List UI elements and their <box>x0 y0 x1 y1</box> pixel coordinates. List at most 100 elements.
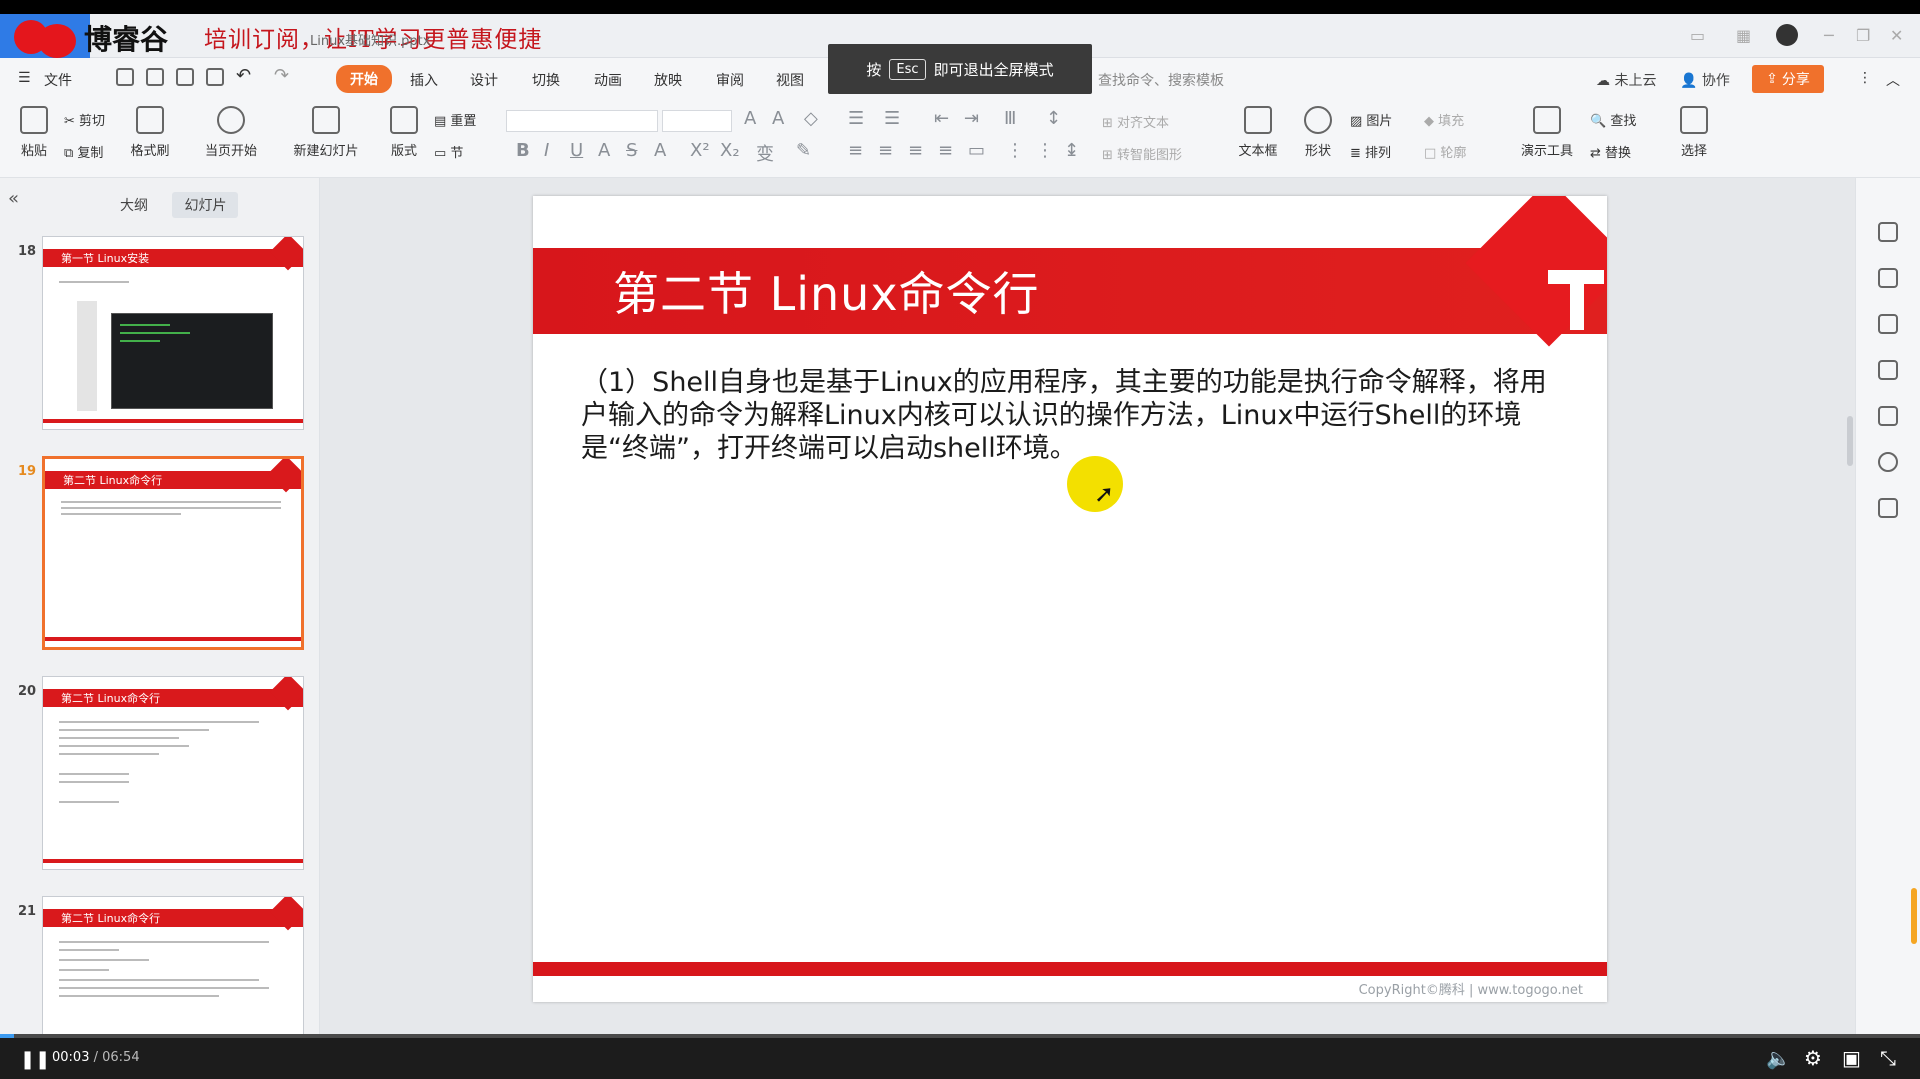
search-command[interactable]: 查找命令、搜索模板 <box>1098 70 1224 90</box>
target-icon[interactable] <box>1878 452 1898 472</box>
font-color-icon[interactable]: A <box>654 140 666 161</box>
redo-icon[interactable]: ↷ <box>274 65 289 86</box>
outline-button[interactable]: □ 轮廓 <box>1424 142 1466 161</box>
indent-decrease-icon[interactable]: ⇤ <box>934 108 949 129</box>
tab-outline[interactable]: 大纲 <box>108 192 160 218</box>
section-button[interactable]: ▭ 节 <box>434 142 463 161</box>
strikethrough-icon[interactable]: A <box>598 140 610 161</box>
slide-thumbnail[interactable]: 第二节 Linux命令行 <box>42 896 304 1038</box>
numbering-icon[interactable]: ☰ <box>884 108 900 129</box>
arrange-button[interactable]: ≣ 排列 <box>1350 142 1391 161</box>
new-slide-button[interactable]: 新建幻灯片 <box>286 106 366 159</box>
copy-button[interactable]: ⧉ 复制 <box>64 142 103 161</box>
phonetic-icon[interactable]: 变 <box>756 140 774 166</box>
font-name-select[interactable] <box>506 110 658 132</box>
find-button[interactable]: 🔍 查找 <box>1590 110 1636 129</box>
distribute-icon[interactable]: ▭ <box>968 140 985 161</box>
underline-icon[interactable]: U <box>570 140 583 161</box>
menu-file[interactable]: 文件 <box>44 70 72 90</box>
bullets-icon[interactable]: ☰ <box>848 108 864 129</box>
star-icon[interactable] <box>1878 314 1898 334</box>
avatar[interactable] <box>1776 24 1798 46</box>
vertical-scrollbar[interactable] <box>1845 186 1855 1006</box>
slide-title[interactable]: 第二节 Linux命令行 <box>613 258 1040 324</box>
collapse-pane-icon[interactable]: « <box>8 188 19 209</box>
textbox-button[interactable]: 文本框 <box>1228 106 1288 159</box>
close-icon[interactable]: ✕ <box>1890 26 1903 45</box>
tab-design[interactable]: 设计 <box>470 70 498 90</box>
slide-thumbnail[interactable]: 第二节 Linux命令行 <box>42 676 304 870</box>
cut-button[interactable]: ✂ 剪切 <box>64 110 105 129</box>
reset-button[interactable]: ▤ 重置 <box>434 110 476 129</box>
picture-in-picture-icon[interactable]: ▣ <box>1842 1046 1861 1070</box>
grow-font-icon[interactable]: A <box>744 108 756 129</box>
volume-icon[interactable]: 🔈 <box>1766 1046 1791 1070</box>
columns-icon[interactable]: ⋮ <box>1006 140 1024 161</box>
tab-home[interactable]: 开始 <box>336 65 392 93</box>
share-button[interactable]: ⇪ 分享 <box>1752 65 1824 93</box>
text-direction-icon[interactable]: Ⅲ <box>1004 108 1016 129</box>
current-slide[interactable]: 第二节 Linux命令行 （1）Shell自身也是基于Linux的应用程序，其主… <box>533 196 1607 1002</box>
restore-icon[interactable]: ❐ <box>1856 26 1870 45</box>
tab-transition[interactable]: 切换 <box>532 70 560 90</box>
minimize-icon[interactable]: ─ <box>1824 26 1834 45</box>
line-spacing-icon[interactable]: ↕ <box>1046 108 1061 129</box>
tab-insert[interactable]: 插入 <box>410 70 438 90</box>
settings-gear-icon[interactable]: ⚙ <box>1804 1046 1822 1070</box>
superscript-icon[interactable]: X² <box>690 140 710 161</box>
italic-icon[interactable]: I <box>544 140 549 161</box>
slide-thumbnail-selected[interactable]: 第二节 Linux命令行 <box>42 456 304 650</box>
smartart-button[interactable]: ⊞ 转智能图形 <box>1102 144 1182 163</box>
tab-view[interactable]: 视图 <box>776 70 804 90</box>
subscript-icon[interactable]: X₂ <box>720 140 740 161</box>
tab-slideshow[interactable]: 放映 <box>654 70 682 90</box>
save-icon[interactable] <box>116 68 134 86</box>
align-right-icon[interactable]: ≡ <box>908 140 923 161</box>
highlight-icon[interactable]: ✎ <box>796 140 811 161</box>
font-size-select[interactable] <box>662 110 732 132</box>
tab-animation[interactable]: 动画 <box>594 70 622 90</box>
image-icon[interactable] <box>1878 406 1898 426</box>
pin-icon[interactable] <box>1878 222 1898 242</box>
align-text-button[interactable]: ⊞ 对齐文本 <box>1102 112 1169 131</box>
slide-thumbnail[interactable]: 第一节 Linux安装 <box>42 236 304 430</box>
grid-icon[interactable]: ▦ <box>1736 26 1751 45</box>
pause-icon[interactable]: ❚❚ <box>20 1049 50 1070</box>
justify-icon[interactable]: ≡ <box>938 140 953 161</box>
shrink-font-icon[interactable]: A <box>772 108 784 129</box>
hamburger-icon[interactable]: ☰ <box>18 70 31 86</box>
export-icon[interactable] <box>146 68 164 86</box>
exit-fullscreen-icon[interactable]: ⤡ <box>1880 1046 1896 1070</box>
bold-icon[interactable]: B <box>516 140 530 161</box>
undo-icon[interactable]: ↶ <box>236 65 251 86</box>
tab-slides[interactable]: 幻灯片 <box>172 192 239 218</box>
para-icon[interactable]: ↨ <box>1064 140 1079 161</box>
align-center-icon[interactable]: ≡ <box>878 140 893 161</box>
clear-format-icon[interactable]: ◇ <box>804 108 818 129</box>
cloud-status[interactable]: ☁ 未上云 <box>1596 70 1656 90</box>
more-icon[interactable]: ⋮ <box>1858 70 1872 86</box>
present-tools-button[interactable]: 演示工具 <box>1510 106 1584 159</box>
tab-review[interactable]: 审阅 <box>716 70 744 90</box>
collab-button[interactable]: 👤 协作 <box>1680 70 1730 90</box>
collapse-ribbon-icon[interactable]: ︿ <box>1886 70 1900 90</box>
replace-button[interactable]: ⇄ 替换 <box>1590 142 1631 161</box>
align-left-icon[interactable]: ≡ <box>848 140 863 161</box>
play-current-button[interactable]: 当页开始 <box>196 106 266 159</box>
fill-button[interactable]: ◆ 填充 <box>1424 110 1464 129</box>
file-tab[interactable]: Linux基础知识.pptx <box>310 30 430 49</box>
picture-button[interactable]: ▨ 图片 <box>1350 110 1392 129</box>
shape-button[interactable]: 形状 <box>1288 106 1348 159</box>
slide-body-text[interactable]: （1）Shell自身也是基于Linux的应用程序，其主要的功能是执行命令解释，将… <box>581 366 1561 465</box>
para-spacing-icon[interactable]: ⋮ <box>1036 140 1054 161</box>
book-icon[interactable] <box>1878 498 1898 518</box>
strike-icon[interactable]: S <box>626 140 637 161</box>
copy-slide-icon[interactable] <box>1878 360 1898 380</box>
print-icon[interactable] <box>176 68 194 86</box>
format-painter-button[interactable]: 格式刷 <box>120 106 180 159</box>
select-button[interactable]: 选择 <box>1664 106 1724 159</box>
paste-button[interactable]: 粘贴 <box>4 106 64 159</box>
layout-button[interactable]: 版式 <box>376 106 432 159</box>
settings-icon[interactable] <box>1878 268 1898 288</box>
preview-icon[interactable] <box>206 68 224 86</box>
